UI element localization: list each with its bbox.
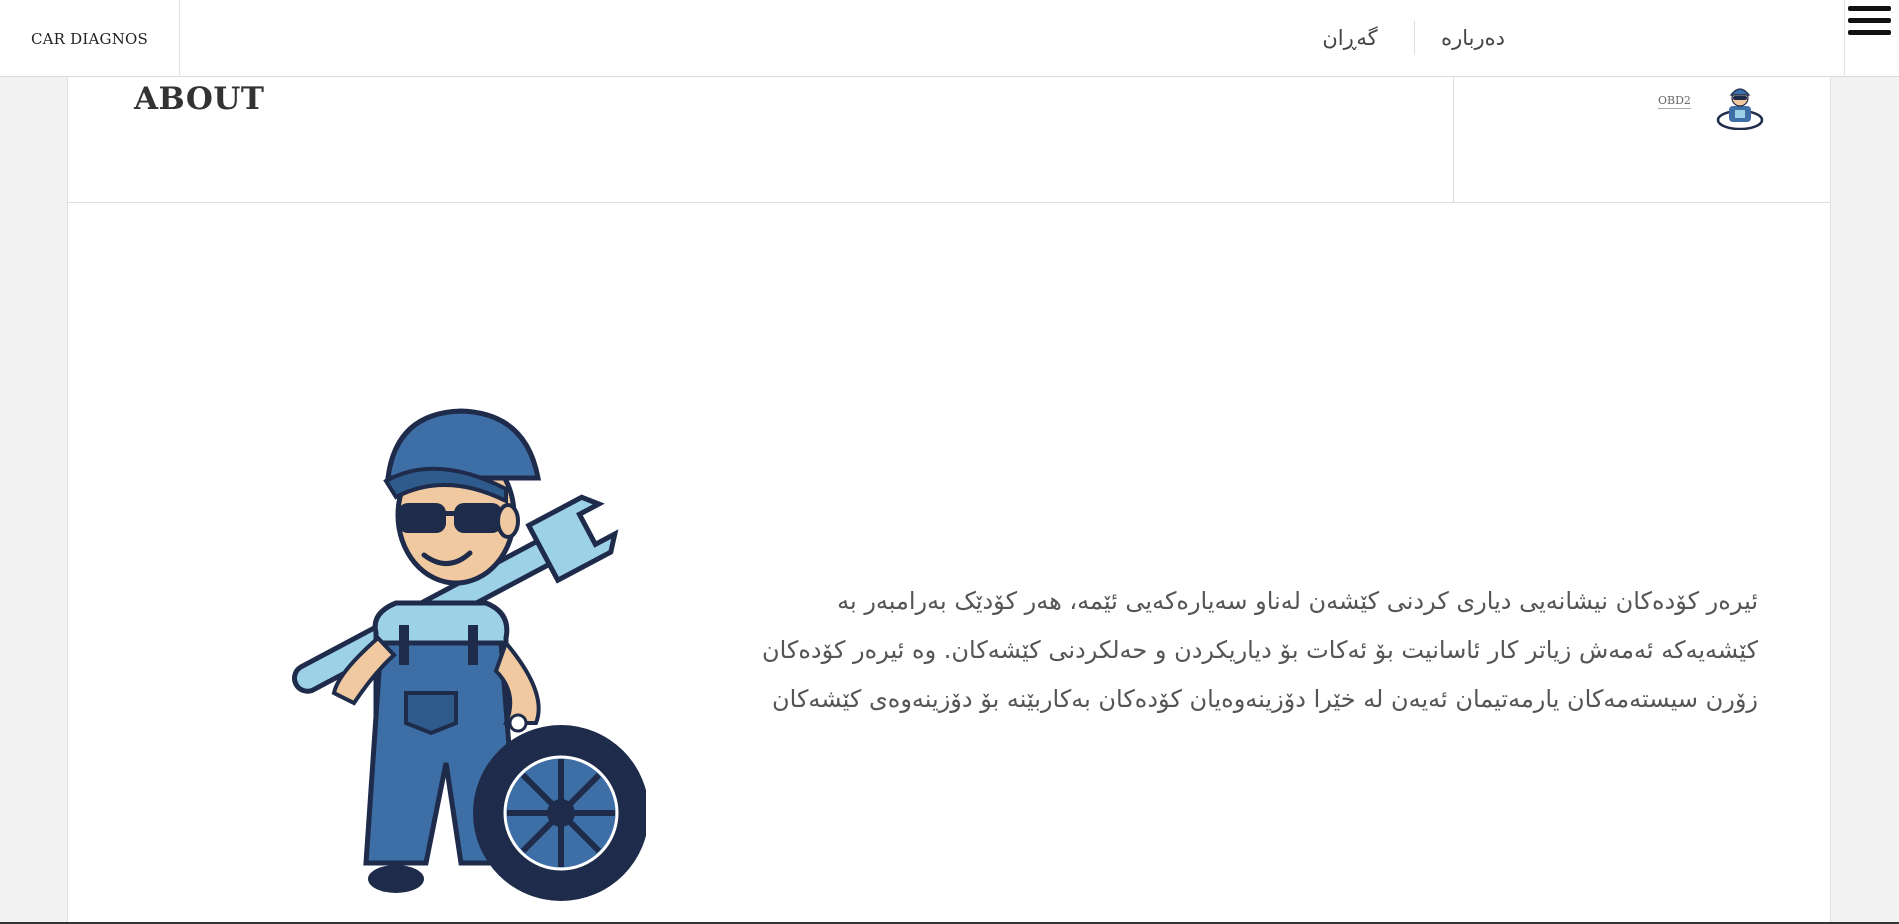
mechanic-mascot-illustration xyxy=(291,408,646,901)
nav-item-search[interactable]: گەڕان xyxy=(1310,22,1390,54)
content-card: ABOUT OBD2 ئیرەر کۆدەکان نیشانەیی دیاری … xyxy=(67,77,1831,924)
hamburger-icon[interactable] xyxy=(1846,0,1899,48)
author-link[interactable]: OBD2 xyxy=(1658,94,1691,109)
header-divider xyxy=(1453,77,1454,203)
nav-divider xyxy=(1414,21,1415,55)
about-description: ئیرەر کۆدەکان نیشانەیی دیاری کردنی کێشەن… xyxy=(758,577,1758,724)
about-paragraph: ئیرەر کۆدەکان نیشانەیی دیاری کردنی کێشەن… xyxy=(761,587,1758,713)
page-title: ABOUT xyxy=(134,81,265,117)
brand-logo[interactable]: CAR DIAGNOS xyxy=(0,0,180,77)
menu-separator xyxy=(1844,0,1845,77)
nav-item-about[interactable]: دەربارە xyxy=(1430,22,1516,54)
top-navigation-bar: CAR DIAGNOS دەربارە گەڕان xyxy=(0,0,1899,77)
page-header: ABOUT OBD2 xyxy=(68,77,1830,203)
mechanic-avatar-icon[interactable] xyxy=(1715,80,1765,130)
